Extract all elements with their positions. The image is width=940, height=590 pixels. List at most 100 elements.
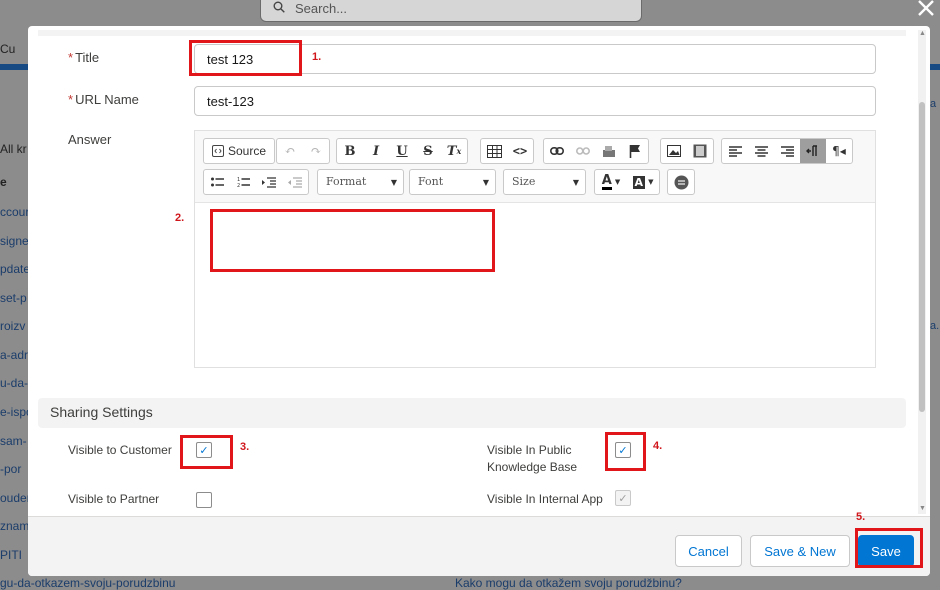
section-divider bbox=[38, 30, 906, 36]
insert-group: <> bbox=[480, 138, 534, 164]
background-link[interactable]: gu-da-otkazem-svoju-porudzbinu bbox=[0, 576, 175, 590]
alignment-group: ¶◂ bbox=[721, 138, 853, 164]
annotation-number: 1. bbox=[312, 51, 322, 63]
size-dropdown-label: Size bbox=[512, 175, 536, 188]
visible-to-customer-label: Visible to Customer bbox=[68, 443, 172, 457]
background-text: a bbox=[930, 98, 937, 110]
annotation-box-visible-customer bbox=[180, 435, 233, 469]
outdent-icon[interactable] bbox=[282, 170, 308, 194]
visible-in-public-kb-label: Visible In Public Knowledge Base bbox=[487, 443, 578, 474]
background-link[interactable]: pdate bbox=[0, 262, 30, 276]
italic-icon[interactable]: I bbox=[363, 139, 389, 163]
link-icon[interactable] bbox=[544, 139, 570, 163]
background-link[interactable]: set-p bbox=[0, 291, 27, 305]
unlink-icon[interactable] bbox=[570, 139, 596, 163]
background-text: a. bbox=[930, 320, 940, 332]
visible-in-internal-app-checkbox: ✓ bbox=[615, 490, 631, 506]
annotation-number: 3. bbox=[240, 441, 250, 453]
indent-icon[interactable] bbox=[256, 170, 282, 194]
bulleted-list-icon[interactable] bbox=[204, 170, 230, 194]
background-text: e bbox=[0, 175, 7, 189]
annotation-number: 5. bbox=[856, 511, 866, 523]
background-link[interactable]: Kako mogu da otkažem svoju porudžbinu? bbox=[455, 576, 682, 590]
format-dropdown[interactable]: Format ▼ bbox=[317, 169, 404, 195]
search-icon bbox=[273, 1, 285, 13]
remove-format-icon[interactable]: Tx bbox=[441, 139, 467, 163]
annotation-number: 4. bbox=[653, 440, 663, 452]
size-dropdown[interactable]: Size ▼ bbox=[503, 169, 586, 195]
emoji-icon[interactable] bbox=[668, 170, 694, 194]
video-icon[interactable] bbox=[687, 139, 713, 163]
image-icon[interactable] bbox=[661, 139, 687, 163]
check-icon: ✓ bbox=[618, 492, 628, 505]
bold-icon[interactable]: B bbox=[337, 139, 363, 163]
save-and-new-button[interactable]: Save & New bbox=[750, 535, 850, 567]
media-group bbox=[660, 138, 714, 164]
new-article-modal: *Title *URL Name Answer Source ↶ ↷ bbox=[28, 26, 930, 576]
url-name-input[interactable] bbox=[194, 86, 876, 116]
answer-label: Answer bbox=[68, 132, 112, 147]
global-search-box[interactable]: Search... bbox=[260, 0, 642, 22]
chevron-down-icon: ▼ bbox=[482, 178, 489, 187]
sharing-settings-heading: Sharing Settings bbox=[38, 398, 906, 428]
flag-icon[interactable] bbox=[622, 139, 648, 163]
cancel-button[interactable]: Cancel bbox=[675, 535, 742, 567]
visible-to-partner-label: Visible to Partner bbox=[68, 492, 160, 506]
list-group: 12 bbox=[203, 169, 309, 195]
annotation-box-save bbox=[855, 528, 923, 568]
editor-toolbar: Source ↶ ↷ B I U S Tx <> ¶◂ 1 2 Format ▼… bbox=[195, 131, 875, 203]
required-marker: * bbox=[68, 92, 74, 107]
numbered-list-icon[interactable]: 12 bbox=[230, 170, 256, 194]
background-link[interactable]: signe bbox=[0, 234, 29, 248]
link-group bbox=[543, 138, 649, 164]
required-marker: * bbox=[68, 50, 74, 65]
visible-to-partner-checkbox[interactable] bbox=[196, 492, 212, 508]
background-text: All kr bbox=[0, 142, 27, 156]
background-link[interactable]: znam bbox=[0, 519, 29, 533]
align-right-icon[interactable] bbox=[774, 139, 800, 163]
source-icon bbox=[212, 145, 224, 157]
background-color-icon[interactable]: A ▼ bbox=[627, 170, 659, 194]
chevron-down-icon: ▼ bbox=[572, 178, 579, 187]
background-link[interactable]: ccour bbox=[0, 205, 29, 219]
paragraph-direction-icon[interactable]: ¶◂ bbox=[826, 139, 852, 163]
background-link[interactable]: a-adr bbox=[0, 348, 28, 362]
code-icon[interactable]: <> bbox=[507, 139, 533, 163]
modal-footer: Cancel Save & New Save bbox=[28, 516, 930, 576]
strikethrough-icon[interactable]: S bbox=[415, 139, 441, 163]
background-link[interactable]: u-da- bbox=[0, 376, 28, 390]
background-link[interactable]: ouder bbox=[0, 491, 31, 505]
emoji-group bbox=[667, 169, 695, 195]
search-placeholder: Search... bbox=[295, 1, 348, 16]
align-left-icon[interactable] bbox=[722, 139, 748, 163]
underline-icon[interactable]: U bbox=[389, 139, 415, 163]
scroll-down-icon[interactable]: ▼ bbox=[919, 505, 926, 513]
url-name-label: * URL Name bbox=[68, 92, 139, 107]
modal-scrollbar[interactable]: ▲ ▼ bbox=[918, 30, 926, 514]
text-direction-rtl-icon[interactable] bbox=[800, 139, 826, 163]
color-group: A ▼ A ▼ bbox=[594, 169, 660, 195]
background-link[interactable]: PITI bbox=[0, 548, 22, 562]
svg-text:2: 2 bbox=[237, 183, 240, 188]
background-right-column: a a. bbox=[930, 0, 940, 590]
annotation-box-title bbox=[189, 40, 302, 76]
font-dropdown-label: Font bbox=[418, 175, 444, 188]
background-link[interactable]: roizv bbox=[0, 319, 25, 333]
chevron-down-icon: ▼ bbox=[390, 178, 397, 187]
source-button[interactable]: Source bbox=[203, 138, 276, 164]
redo-icon[interactable]: ↷ bbox=[303, 139, 329, 163]
background-list: Cu All kr e ccour signe pdate set-p roiz… bbox=[0, 0, 33, 590]
align-center-icon[interactable] bbox=[748, 139, 774, 163]
scrollbar-thumb[interactable] bbox=[919, 102, 925, 412]
annotation-box-answer bbox=[210, 209, 495, 272]
background-text: Cu bbox=[0, 42, 16, 56]
visible-in-internal-app-label: Visible In Internal App bbox=[487, 492, 603, 506]
text-color-icon[interactable]: A ▼ bbox=[595, 170, 627, 194]
scroll-up-icon[interactable]: ▲ bbox=[919, 30, 926, 38]
background-link[interactable]: -por bbox=[0, 462, 21, 476]
font-dropdown[interactable]: Font ▼ bbox=[409, 169, 496, 195]
table-icon[interactable] bbox=[481, 139, 507, 163]
anchor-icon[interactable] bbox=[596, 139, 622, 163]
background-link[interactable]: sam- bbox=[0, 434, 27, 448]
undo-icon[interactable]: ↶ bbox=[277, 139, 303, 163]
